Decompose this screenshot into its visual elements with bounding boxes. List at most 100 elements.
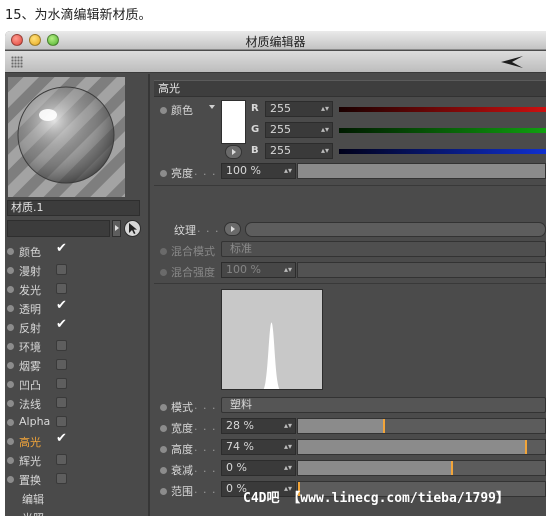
checkbox[interactable] [56,454,67,465]
blend-mode-select[interactable]: 标准 [221,241,546,257]
radio-dot[interactable] [160,488,167,495]
channel-row[interactable]: 法线 [7,394,147,413]
g-input[interactable]: 255 ▴▾ [265,122,333,138]
radio-dot[interactable] [7,343,14,350]
checkbox[interactable] [56,378,67,389]
spinner-icon[interactable]: ▴▾ [284,419,292,433]
radio-dot[interactable] [7,476,14,483]
spinner-icon[interactable]: ▴▾ [284,263,292,277]
brightness-slider[interactable] [297,163,546,179]
window-title: 材质编辑器 [245,35,306,49]
b-input[interactable]: 255 ▴▾ [265,143,333,159]
material-preview[interactable] [8,77,125,197]
texture-button[interactable] [224,222,241,236]
radio-dot[interactable] [7,286,14,293]
r-input[interactable]: 255 ▴▾ [265,101,333,117]
check-icon[interactable]: ✔ [56,431,67,446]
blend-strength-slider[interactable] [297,262,546,278]
checkbox[interactable] [56,397,67,408]
radio-dot[interactable] [7,305,14,312]
falloff-input[interactable]: 0 % ▴▾ [221,460,296,476]
grip-icon[interactable] [11,56,23,68]
radio-dot[interactable] [7,267,14,274]
height-slider[interactable] [297,439,546,455]
height-input[interactable]: 74 % ▴▾ [221,439,296,455]
channel-row[interactable]: 反射 ✔ [7,317,147,337]
checkbox[interactable] [56,359,67,370]
spinner-icon[interactable]: ▴▾ [284,164,292,178]
radio-dot[interactable] [7,457,14,464]
radio-dot[interactable] [7,324,14,331]
checkbox[interactable] [56,473,67,484]
height-value: 74 % [226,440,254,453]
play-button[interactable] [112,220,121,237]
check-icon[interactable]: ✔ [56,298,67,313]
texture-slot[interactable] [245,222,546,237]
channel-row-active[interactable]: 高光 ✔ [7,431,147,451]
spinner-icon[interactable]: ▴▾ [284,440,292,454]
channel-label: 环境 [19,341,41,354]
channel-row[interactable]: 编辑 [7,489,147,508]
slider-marker[interactable] [383,419,385,433]
width-input[interactable]: 28 % ▴▾ [221,418,296,434]
slider-fill [298,461,452,475]
spinner-icon[interactable]: ▴▾ [321,144,329,158]
spinner-icon[interactable]: ▴▾ [284,461,292,475]
b-value: 255 [270,144,291,157]
expand-button[interactable] [225,145,242,159]
search-field[interactable] [7,220,110,237]
channel-row[interactable]: 置换 [7,470,147,489]
radio-dot[interactable] [7,419,14,426]
blend-strength-input[interactable]: 100 % ▴▾ [221,262,296,278]
radio-dot[interactable] [7,381,14,388]
blend-strength-value: 100 % [226,263,261,276]
radio-dot[interactable] [7,438,14,445]
channel-list: 颜色 ✔ 漫射 发光 透明 ✔ 反射 ✔ 环境 烟雾 凹凸 法线 Alpha 高光 ✔ … [7,241,147,516]
channel-label: 凹凸 [19,379,41,392]
channel-row[interactable]: Alpha [7,413,147,432]
spinner-icon[interactable]: ▴▾ [321,123,329,137]
red-slider[interactable] [339,107,546,112]
width-slider[interactable] [297,418,546,434]
slider-marker[interactable] [525,440,527,454]
radio-dot[interactable] [160,107,167,114]
channel-row[interactable]: 颜色 ✔ [7,241,147,261]
radio-dot[interactable] [7,400,14,407]
channel-row[interactable]: 烟雾 [7,356,147,375]
channel-row[interactable]: 发光 [7,280,147,299]
radio-dot[interactable] [7,362,14,369]
green-slider[interactable] [339,128,546,133]
brightness-input[interactable]: 100 % ▴▾ [221,163,296,179]
slider-marker[interactable] [451,461,453,475]
radio-dot[interactable] [7,248,14,255]
check-icon[interactable]: ✔ [56,317,67,332]
radio-dot[interactable] [160,425,167,432]
radio-dot[interactable] [160,170,167,177]
checkbox[interactable] [56,416,67,427]
cursor-pick-button[interactable] [124,220,141,237]
channel-row[interactable]: 透明 ✔ [7,298,147,318]
material-name-field[interactable]: 材质.1 [7,200,140,216]
channel-row[interactable]: 光照 [7,508,147,516]
falloff-slider[interactable] [297,460,546,476]
arrow-icon[interactable] [499,54,525,70]
channel-row[interactable]: 环境 [7,337,147,356]
checkbox[interactable] [56,264,67,275]
mode-select[interactable]: 塑料 [221,397,546,413]
channel-row[interactable]: 辉光 [7,451,147,470]
check-icon[interactable]: ✔ [56,241,67,256]
radio-dot[interactable] [160,467,167,474]
checkbox[interactable] [56,340,67,351]
radio-dot[interactable] [160,404,167,411]
radio-dot[interactable] [160,269,167,276]
channel-row[interactable]: 凹凸 [7,375,147,394]
channel-row[interactable]: 漫射 [7,261,147,280]
spinner-icon[interactable]: ▴▾ [321,102,329,116]
chevron-down-icon[interactable] [209,105,215,109]
checkbox[interactable] [56,283,67,294]
left-panel: 材质.1 颜色 ✔ 漫射 发光 透明 ✔ 反射 ✔ 环境 烟雾 凹凸 法线 Alpha… [5,74,150,516]
radio-dot[interactable] [160,248,167,255]
color-swatch[interactable] [221,100,246,144]
blue-slider[interactable] [339,149,546,154]
radio-dot[interactable] [160,446,167,453]
